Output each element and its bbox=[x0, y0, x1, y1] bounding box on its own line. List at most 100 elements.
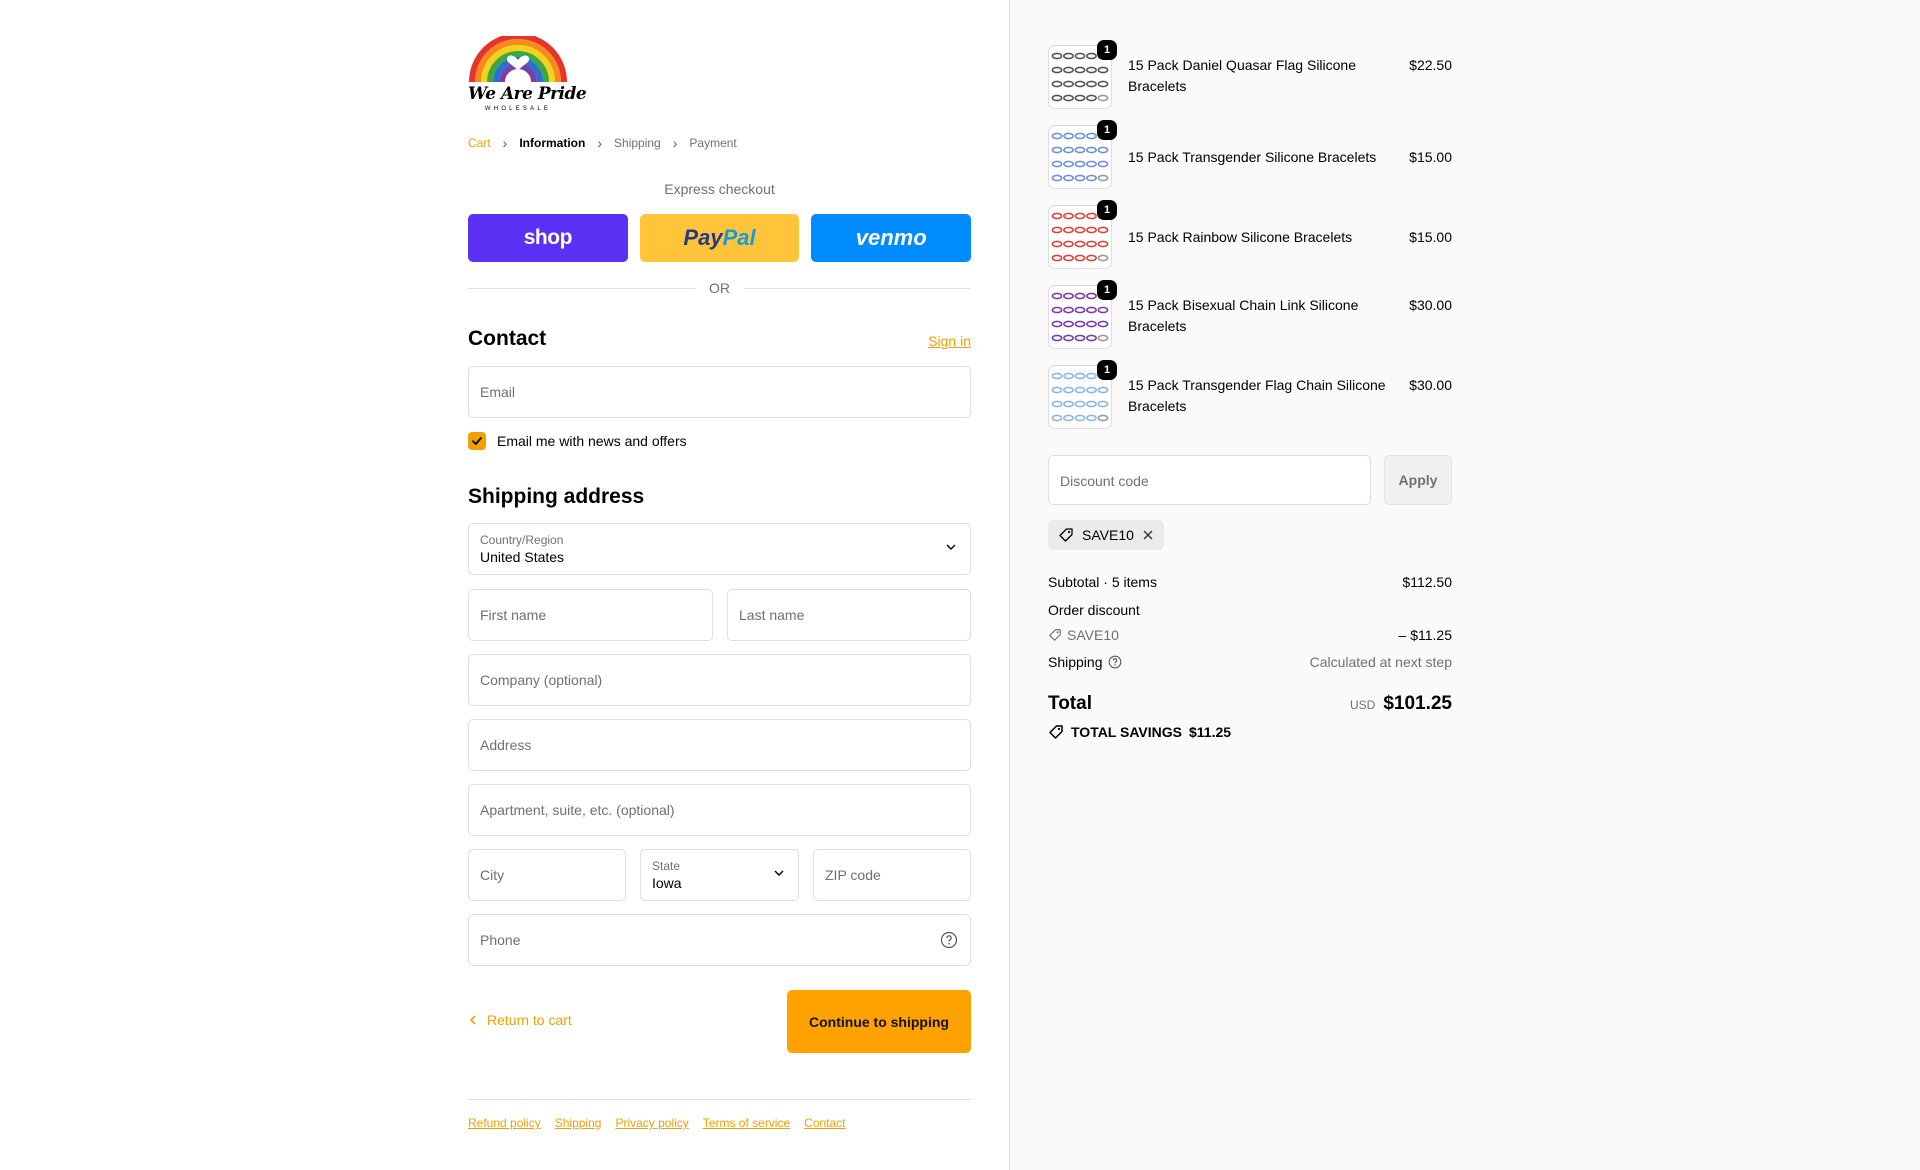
newsletter-option[interactable]: Email me with news and offers bbox=[468, 432, 687, 450]
last-name-placeholder: Last name bbox=[739, 607, 805, 623]
return-to-cart-link[interactable]: Return to cart bbox=[468, 1012, 572, 1028]
zip-placeholder: ZIP code bbox=[825, 867, 881, 883]
breadcrumb: Cart › Information › Shipping › Payment bbox=[468, 136, 737, 150]
paypal-label-pal: Pal bbox=[722, 225, 756, 250]
discount-code-label: SAVE10 bbox=[1067, 627, 1119, 643]
discount-code-line: SAVE10 bbox=[1048, 627, 1119, 643]
venmo-button[interactable]: venmo bbox=[811, 214, 972, 262]
country-value: United States bbox=[480, 549, 565, 565]
checkout-main-panel: We Are Pride WHOLESALE Cart › Informatio… bbox=[0, 0, 1009, 1170]
total-row: Total USD $101.25 bbox=[1048, 693, 1452, 719]
product-thumbnail: 1 bbox=[1048, 200, 1117, 269]
item-name: 15 Pack Transgender Flag Chain Silicone … bbox=[1128, 377, 1386, 414]
total-amount: $101.25 bbox=[1383, 693, 1452, 714]
subtotal-label: Subtotal · 5 items bbox=[1048, 574, 1157, 590]
applied-discount-chip: SAVE10 bbox=[1048, 520, 1164, 550]
breadcrumb-shipping: Shipping bbox=[614, 136, 661, 150]
footer-link-privacy[interactable]: Privacy policy bbox=[615, 1116, 688, 1130]
line-item: 1 15 Pack Transgender Silicone Bracelets… bbox=[1048, 120, 1452, 191]
company-field[interactable]: Company (optional) bbox=[468, 654, 971, 706]
item-name: 15 Pack Rainbow Silicone Bracelets bbox=[1128, 229, 1353, 245]
logo-text: We Are Pride bbox=[468, 84, 587, 104]
item-price: $22.50 bbox=[1409, 57, 1452, 73]
applied-discount-code: SAVE10 bbox=[1082, 527, 1134, 543]
discount-code-row: SAVE10 – $11.25 bbox=[1048, 627, 1452, 645]
chevron-down-icon bbox=[774, 870, 784, 876]
shipping-value: Calculated at next step bbox=[1309, 654, 1452, 670]
shipping-label-group: Shipping bbox=[1048, 654, 1122, 670]
country-select[interactable]: Country/Region United States bbox=[468, 523, 971, 575]
shop-pay-button[interactable]: shop bbox=[468, 214, 628, 262]
order-discount-label: Order discount bbox=[1048, 602, 1140, 618]
help-circle-icon[interactable] bbox=[940, 931, 958, 949]
discount-code-input[interactable]: Discount code bbox=[1048, 455, 1371, 505]
quantity-badge: 1 bbox=[1097, 200, 1117, 220]
express-checkout-title: Express checkout bbox=[664, 181, 775, 197]
divider-line bbox=[468, 287, 695, 289]
product-thumbnail: 1 bbox=[1048, 120, 1117, 189]
continue-to-shipping-button[interactable]: Continue to shipping bbox=[787, 990, 971, 1053]
order-discount-row: Order discount bbox=[1048, 602, 1452, 618]
footer-link-shipping[interactable]: Shipping bbox=[555, 1116, 602, 1130]
paypal-button[interactable]: Pay Pal bbox=[639, 214, 800, 262]
newsletter-checkbox[interactable] bbox=[468, 432, 486, 450]
shipping-row: Shipping Calculated at next step bbox=[1048, 654, 1452, 670]
line-item: 1 15 Pack Rainbow Silicone Bracelets $15… bbox=[1048, 200, 1452, 271]
express-checkout-buttons: shop Pay Pal venmo bbox=[468, 214, 972, 262]
return-to-cart-label: Return to cart bbox=[487, 1012, 572, 1028]
footer-divider bbox=[468, 1099, 971, 1100]
item-name: 15 Pack Transgender Silicone Bracelets bbox=[1128, 149, 1377, 165]
state-label: State bbox=[652, 859, 681, 873]
first-name-field[interactable]: First name bbox=[468, 589, 713, 641]
footer-links: Refund policy Shipping Privacy policy Te… bbox=[468, 1116, 846, 1130]
close-icon[interactable] bbox=[1142, 529, 1154, 541]
first-name-placeholder: First name bbox=[480, 607, 547, 623]
address-placeholder: Address bbox=[480, 737, 532, 753]
breadcrumb-cart[interactable]: Cart bbox=[468, 136, 491, 150]
or-divider: OR bbox=[468, 280, 971, 296]
help-circle-icon[interactable] bbox=[1108, 655, 1122, 669]
apply-label: Apply bbox=[1398, 472, 1438, 488]
store-logo[interactable]: We Are Pride WHOLESALE bbox=[468, 33, 587, 120]
footer-link-contact[interactable]: Contact bbox=[804, 1116, 845, 1130]
quantity-badge: 1 bbox=[1097, 40, 1117, 60]
phone-field[interactable]: Phone bbox=[468, 914, 971, 966]
total-savings: TOTAL SAVINGS $11.25 bbox=[1048, 724, 1231, 740]
footer-link-refund[interactable]: Refund policy bbox=[468, 1116, 541, 1130]
country-label: Country/Region bbox=[480, 533, 564, 547]
sign-in-link[interactable]: Sign in bbox=[928, 333, 971, 349]
paypal-label-pay: Pay bbox=[683, 225, 723, 250]
quantity-badge: 1 bbox=[1097, 120, 1117, 140]
city-placeholder: City bbox=[480, 867, 505, 883]
breadcrumb-information: Information bbox=[519, 136, 586, 150]
shop-pay-label: shop bbox=[523, 226, 573, 249]
divider-line bbox=[744, 287, 971, 289]
state-select[interactable]: State Iowa bbox=[640, 849, 799, 901]
item-name: 15 Pack Bisexual Chain Link Silicone Bra… bbox=[1128, 297, 1359, 334]
line-item: 1 15 Pack Bisexual Chain Link Silicone B… bbox=[1048, 280, 1452, 351]
contact-heading: Contact bbox=[468, 327, 547, 350]
footer-link-terms[interactable]: Terms of service bbox=[703, 1116, 790, 1130]
email-placeholder: Email bbox=[480, 384, 516, 400]
chevron-right-icon: › bbox=[597, 135, 603, 151]
discount-amount: – $11.25 bbox=[1398, 627, 1452, 643]
chevron-right-icon: › bbox=[672, 135, 678, 151]
tag-icon bbox=[1059, 528, 1073, 542]
chevron-down-icon bbox=[946, 544, 956, 550]
item-price: $30.00 bbox=[1409, 297, 1452, 313]
apartment-field[interactable]: Apartment, suite, etc. (optional) bbox=[468, 784, 971, 836]
or-label: OR bbox=[709, 280, 730, 296]
email-field[interactable]: Email bbox=[468, 366, 971, 418]
apartment-placeholder: Apartment, suite, etc. (optional) bbox=[480, 802, 675, 818]
total-amount-group: USD $101.25 bbox=[1350, 693, 1452, 715]
item-price: $15.00 bbox=[1409, 229, 1452, 245]
address-field[interactable]: Address bbox=[468, 719, 971, 771]
logo-subtext: WHOLESALE bbox=[484, 106, 552, 112]
item-name: 15 Pack Daniel Quasar Flag Silicone Brac… bbox=[1128, 57, 1357, 94]
product-thumbnail: 1 bbox=[1048, 280, 1117, 349]
company-placeholder: Company (optional) bbox=[480, 672, 603, 688]
city-field[interactable]: City bbox=[468, 849, 626, 901]
apply-discount-button[interactable]: Apply bbox=[1384, 455, 1452, 505]
zip-field[interactable]: ZIP code bbox=[813, 849, 971, 901]
last-name-field[interactable]: Last name bbox=[727, 589, 971, 641]
